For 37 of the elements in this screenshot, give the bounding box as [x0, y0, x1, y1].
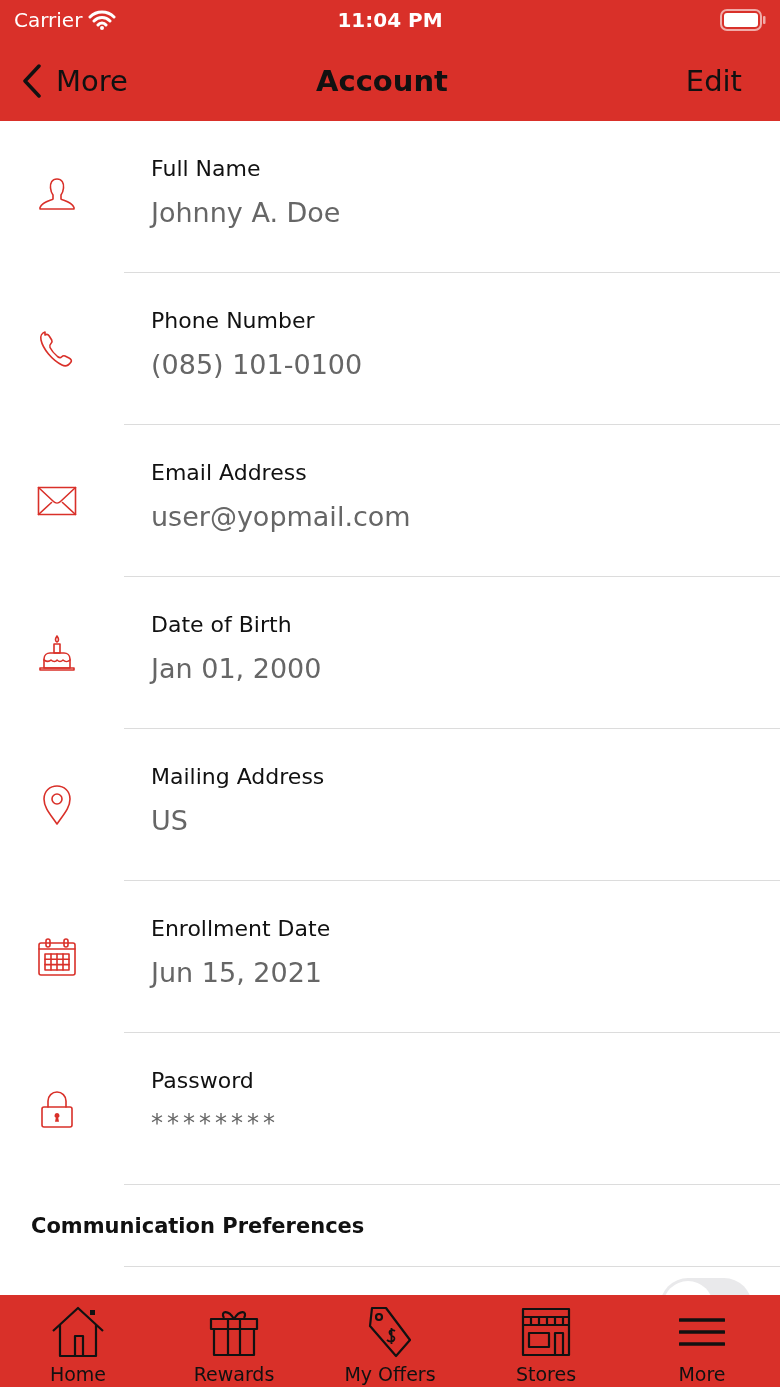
cake-icon: [37, 633, 77, 673]
home-icon: [50, 1306, 106, 1358]
carrier-label: Carrier: [14, 8, 83, 32]
field-label: Phone Number: [151, 308, 316, 333]
field-label: Email Address: [151, 460, 308, 485]
field-label: Date of Birth: [151, 612, 293, 637]
back-button[interactable]: More: [22, 63, 222, 98]
lock-icon: [40, 1089, 74, 1129]
wifi-icon: [88, 10, 117, 30]
tab-bar-item[interactable]: Rewards: [156, 1295, 312, 1387]
section-header: Communication Preferences: [31, 1214, 365, 1238]
edit-button[interactable]: Edit: [542, 63, 742, 98]
chevron-left-icon: [22, 63, 42, 98]
menu-icon: [679, 1317, 725, 1347]
field-label: Full Name: [151, 156, 262, 181]
field-value: (085) 101-0100: [151, 349, 364, 380]
tab-bar-item[interactable]: More: [624, 1295, 780, 1387]
field-label: Enrollment Date: [151, 916, 332, 941]
status-time: 11:04 PM: [337, 8, 443, 32]
envelope-icon: [37, 486, 77, 516]
field-value: Jun 15, 2021: [151, 957, 323, 988]
field-label: Password: [151, 1068, 255, 1093]
field-value: Johnny A. Doe: [151, 197, 342, 228]
field-value: US: [151, 805, 189, 836]
tab-bar-item[interactable]: Home: [0, 1295, 156, 1387]
battery-icon: [720, 9, 766, 31]
field-value: Jan 01, 2000: [151, 653, 323, 684]
field-value: user@yopmail.com: [151, 501, 412, 532]
location-pin-icon: [42, 784, 72, 826]
field-label: Mailing Address: [151, 764, 326, 789]
tab-bar-item[interactable]: My Offers: [312, 1295, 468, 1387]
tab-bar-item[interactable]: Stores: [468, 1295, 624, 1387]
calendar-icon: [37, 937, 77, 977]
storefront-icon: [521, 1307, 571, 1357]
price-tag-icon: [366, 1306, 414, 1358]
screen-title: Account: [316, 63, 448, 98]
field-value: ********: [151, 1109, 280, 1137]
